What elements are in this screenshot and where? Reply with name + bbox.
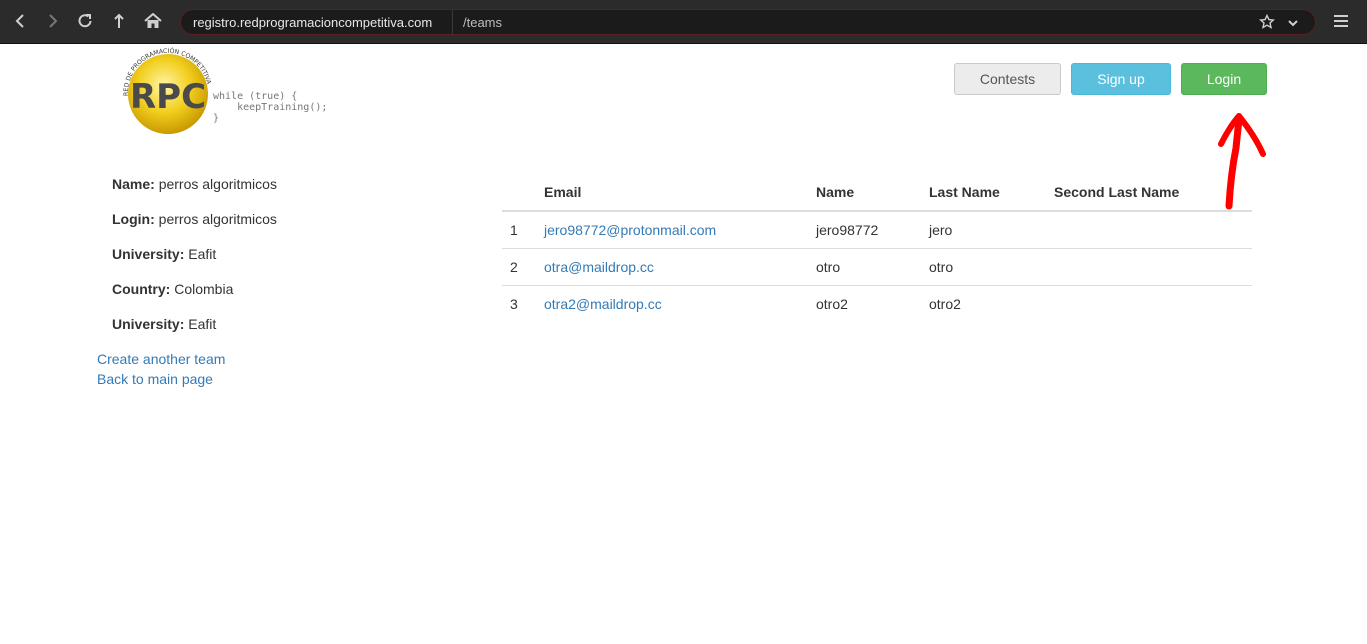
rpc-logo-globe: RED DE PROGRAMACIÓN COMPETITIVA RPC bbox=[123, 46, 212, 134]
bookmark-star-icon[interactable] bbox=[1259, 13, 1275, 33]
login-button[interactable]: Login bbox=[1181, 63, 1267, 95]
rpc-logo-letters: RPC bbox=[130, 77, 206, 117]
logo-code-line: keepTraining(); bbox=[213, 102, 328, 113]
team-university-field-2: University: Eafit bbox=[112, 316, 216, 332]
row-number: 3 bbox=[510, 296, 518, 312]
back-to-main-link[interactable]: Back to main page bbox=[97, 371, 213, 387]
field-value: Eafit bbox=[188, 246, 217, 262]
header-second-last-name: Second Last Name bbox=[1054, 184, 1180, 200]
team-name-field: Name: perros algoritmicos bbox=[112, 176, 277, 192]
field-label: University: bbox=[112, 246, 185, 262]
member-last-name: otro bbox=[929, 259, 954, 275]
row-number: 2 bbox=[510, 259, 518, 275]
field-value: perros algoritmicos bbox=[158, 211, 277, 227]
logo-code-line: while (true) { bbox=[213, 91, 298, 102]
contests-button[interactable]: Contests bbox=[954, 63, 1061, 95]
row-number: 1 bbox=[510, 222, 518, 238]
header-name: Name bbox=[816, 184, 855, 200]
member-email-link[interactable]: otra2@maildrop.cc bbox=[544, 296, 662, 312]
logo-code-line: } bbox=[213, 113, 220, 124]
row-divider bbox=[502, 285, 1252, 286]
team-country-field: Country: Colombia bbox=[112, 281, 233, 297]
field-value: Eafit bbox=[188, 316, 217, 332]
annotation-arrow-icon bbox=[1218, 113, 1266, 210]
member-name: otro bbox=[816, 259, 841, 275]
header-email: Email bbox=[544, 184, 582, 200]
team-login-field: Login: perros algoritmicos bbox=[112, 211, 277, 227]
member-email-link[interactable]: jero98772@protonmail.com bbox=[544, 222, 716, 238]
signup-button[interactable]: Sign up bbox=[1071, 63, 1171, 95]
menu-icon[interactable] bbox=[1326, 6, 1356, 36]
field-label: University: bbox=[112, 316, 185, 332]
home-icon[interactable] bbox=[138, 6, 168, 36]
field-value: perros algoritmicos bbox=[158, 176, 277, 192]
url-path: /teams bbox=[463, 15, 503, 30]
create-team-link[interactable]: Create another team bbox=[97, 351, 225, 367]
header-last-name: Last Name bbox=[929, 184, 1000, 200]
browser-toolbar: registro.redprogramacioncompetitiva.com … bbox=[0, 0, 1367, 44]
address-bar[interactable]: registro.redprogramacioncompetitiva.com … bbox=[180, 9, 1316, 35]
team-university-field: University: Eafit bbox=[112, 246, 216, 262]
logo-code: while (true) { keepTraining();} bbox=[213, 91, 327, 124]
back-icon[interactable] bbox=[5, 6, 35, 36]
row-divider bbox=[502, 248, 1252, 249]
url-host: registro.redprogramacioncompetitiva.com bbox=[193, 15, 433, 30]
member-last-name: jero bbox=[929, 222, 953, 238]
field-label: Name: bbox=[112, 176, 155, 192]
field-value: Colombia bbox=[174, 281, 234, 297]
member-name: otro2 bbox=[816, 296, 848, 312]
reload-icon[interactable] bbox=[70, 6, 100, 36]
field-label: Country: bbox=[112, 281, 171, 297]
member-email-link[interactable]: otra@maildrop.cc bbox=[544, 259, 654, 275]
upload-icon[interactable] bbox=[104, 6, 134, 36]
rpc-logo[interactable]: RED DE PROGRAMACIÓN COMPETITIVA RPC whil… bbox=[118, 46, 338, 138]
header-divider bbox=[502, 210, 1252, 212]
url-divider bbox=[452, 10, 453, 34]
forward-icon[interactable] bbox=[38, 6, 68, 36]
chevron-down-icon[interactable] bbox=[1287, 16, 1299, 32]
member-name: jero98772 bbox=[816, 222, 879, 238]
member-last-name: otro2 bbox=[929, 296, 961, 312]
field-label: Login: bbox=[112, 211, 155, 227]
